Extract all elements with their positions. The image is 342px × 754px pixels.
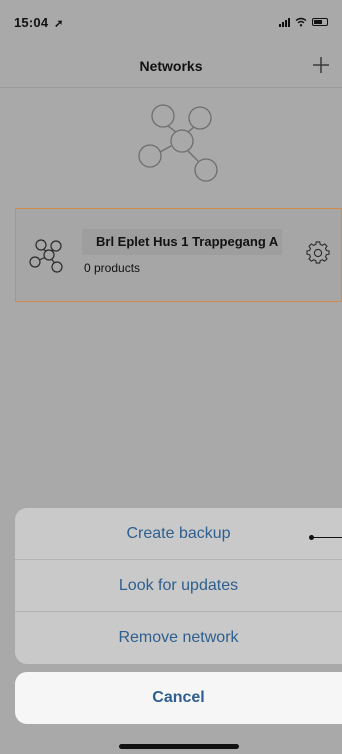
- network-graph-icon: [138, 104, 218, 182]
- gear-icon[interactable]: [306, 241, 330, 265]
- status-icons: [279, 17, 328, 27]
- look-for-updates-button[interactable]: Look for updates: [15, 560, 342, 612]
- cancel-button[interactable]: Cancel: [15, 672, 342, 724]
- battery-icon: [312, 18, 328, 26]
- network-icon: [29, 239, 63, 273]
- home-indicator: [119, 744, 239, 749]
- signal-icon: [279, 17, 290, 27]
- plus-icon[interactable]: [310, 54, 332, 76]
- wifi-icon: [295, 17, 307, 27]
- location-arrow-icon: ➚: [54, 17, 64, 30]
- network-product-count: 0 products: [84, 261, 141, 275]
- nav-bar: Networks: [0, 44, 342, 88]
- page-title: Networks: [139, 57, 203, 74]
- status-bar: 15:04 ➚: [0, 0, 342, 44]
- status-time-text: 15:04: [14, 14, 49, 30]
- network-list-item[interactable]: Brl Eplet Hus 1 Trappegang A 0 products: [15, 208, 342, 302]
- callout-line: [312, 537, 342, 538]
- action-sheet: Create backup Look for updates Remove ne…: [15, 508, 342, 664]
- remove-network-button[interactable]: Remove network: [15, 612, 342, 664]
- status-time: 15:04 ➚: [14, 15, 63, 30]
- network-name: Brl Eplet Hus 1 Trappegang A: [82, 229, 283, 255]
- create-backup-button[interactable]: Create backup: [15, 508, 342, 560]
